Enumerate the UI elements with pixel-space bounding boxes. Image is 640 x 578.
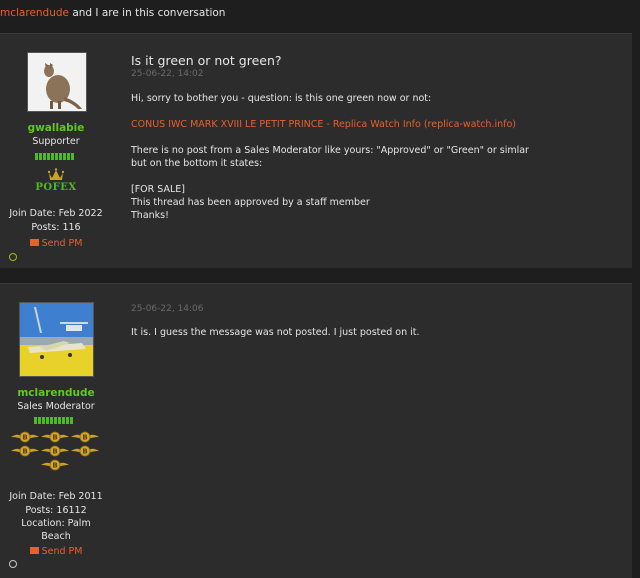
send-pm-button[interactable]: Send PM [0,238,112,249]
envelope-icon [29,239,39,246]
conversation-participants: mclarendude and I are in this conversati… [0,7,225,19]
pofex-badge: POFEX [35,182,77,193]
post-date: 25-06-22, 14:02 [131,69,204,79]
body-line: This thread has been approved by a staff… [131,197,370,208]
reputation-bar [35,153,74,160]
post-date: 25-06-22, 14:06 [131,304,204,314]
aircraft-avatar-icon [20,303,93,376]
join-date: Join Date: Feb 2011 [9,491,103,502]
username[interactable]: mclarendude [0,387,112,399]
envelope-icon [29,547,39,554]
thread-link[interactable]: CONUS IWC MARK XVIII LE PETIT PRINCE - R… [131,119,516,132]
user-title: Sales Moderator [17,401,95,412]
post-count: Posts: 116 [31,222,81,233]
post-body: It is. I guess the message was not poste… [131,327,420,338]
bitcoin-wings-badges: B [10,431,101,481]
participant-link[interactable]: mclarendude [0,7,69,19]
user-title: Supporter [32,136,80,147]
body-line: [FOR SALE] [131,184,185,195]
post: mclarendude Sales Moderator B [0,283,632,578]
username[interactable]: gwallabie [0,122,112,134]
body-line: Hi, sorry to bother you - question: is t… [131,93,432,104]
participants-text: and I are in this conversation [69,7,226,19]
location-continued: Beach [41,531,71,542]
send-pm-label: Send PM [41,238,83,249]
body-line: There is no post from a Sales Moderator … [131,145,529,156]
wallaby-avatar-icon [28,53,86,111]
avatar[interactable] [27,52,87,112]
send-pm-button[interactable]: Send PM [0,546,112,557]
offline-status-icon [9,560,17,568]
online-status-icon [9,253,17,261]
send-pm-label: Send PM [41,546,83,557]
body-line: but on the bottom it states: [131,158,263,169]
avatar[interactable] [19,302,94,377]
reputation-bar [34,417,73,424]
post-count: Posts: 16112 [25,505,87,516]
post: gwallabie Supporter POFEX Join Date: Feb… [0,33,632,268]
location: Location: Palm [21,518,91,529]
post-title: Is it green or not green? [131,53,282,68]
join-date: Join Date: Feb 2022 [9,208,103,219]
body-line: Thanks! [131,210,169,221]
